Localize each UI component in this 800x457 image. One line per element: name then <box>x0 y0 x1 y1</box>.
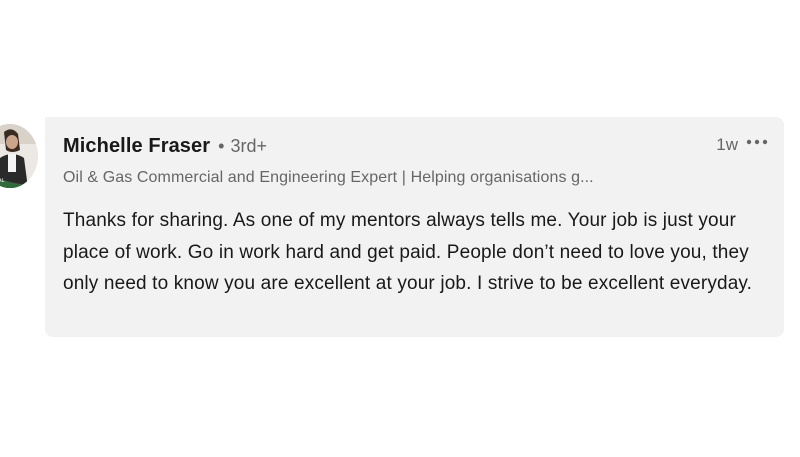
svg-text:SOCIAL: SOCIAL <box>0 178 4 184</box>
comment-timestamp: 1w <box>716 135 738 154</box>
more-options-button[interactable] <box>744 133 770 151</box>
connection-degree: 3rd+ <box>230 136 267 156</box>
ellipsis-icon <box>746 139 768 145</box>
avatar[interactable]: SOCIAL <box>0 124 38 188</box>
author-headline[interactable]: Oil & Gas Commercial and Engineering Exp… <box>63 169 703 187</box>
comment-text: Thanks for sharing. As one of my mentors… <box>63 210 753 294</box>
author-name[interactable]: Michelle Fraser <box>63 135 210 158</box>
comment-container: SOCIAL Michelle Fraser • 3rd+ Oil & Gas … <box>0 0 800 457</box>
separator-dot: • <box>218 136 225 156</box>
author-row: Michelle Fraser • 3rd+ <box>63 135 267 158</box>
comment-bubble: Michelle Fraser • 3rd+ Oil & Gas Commerc… <box>45 117 784 337</box>
